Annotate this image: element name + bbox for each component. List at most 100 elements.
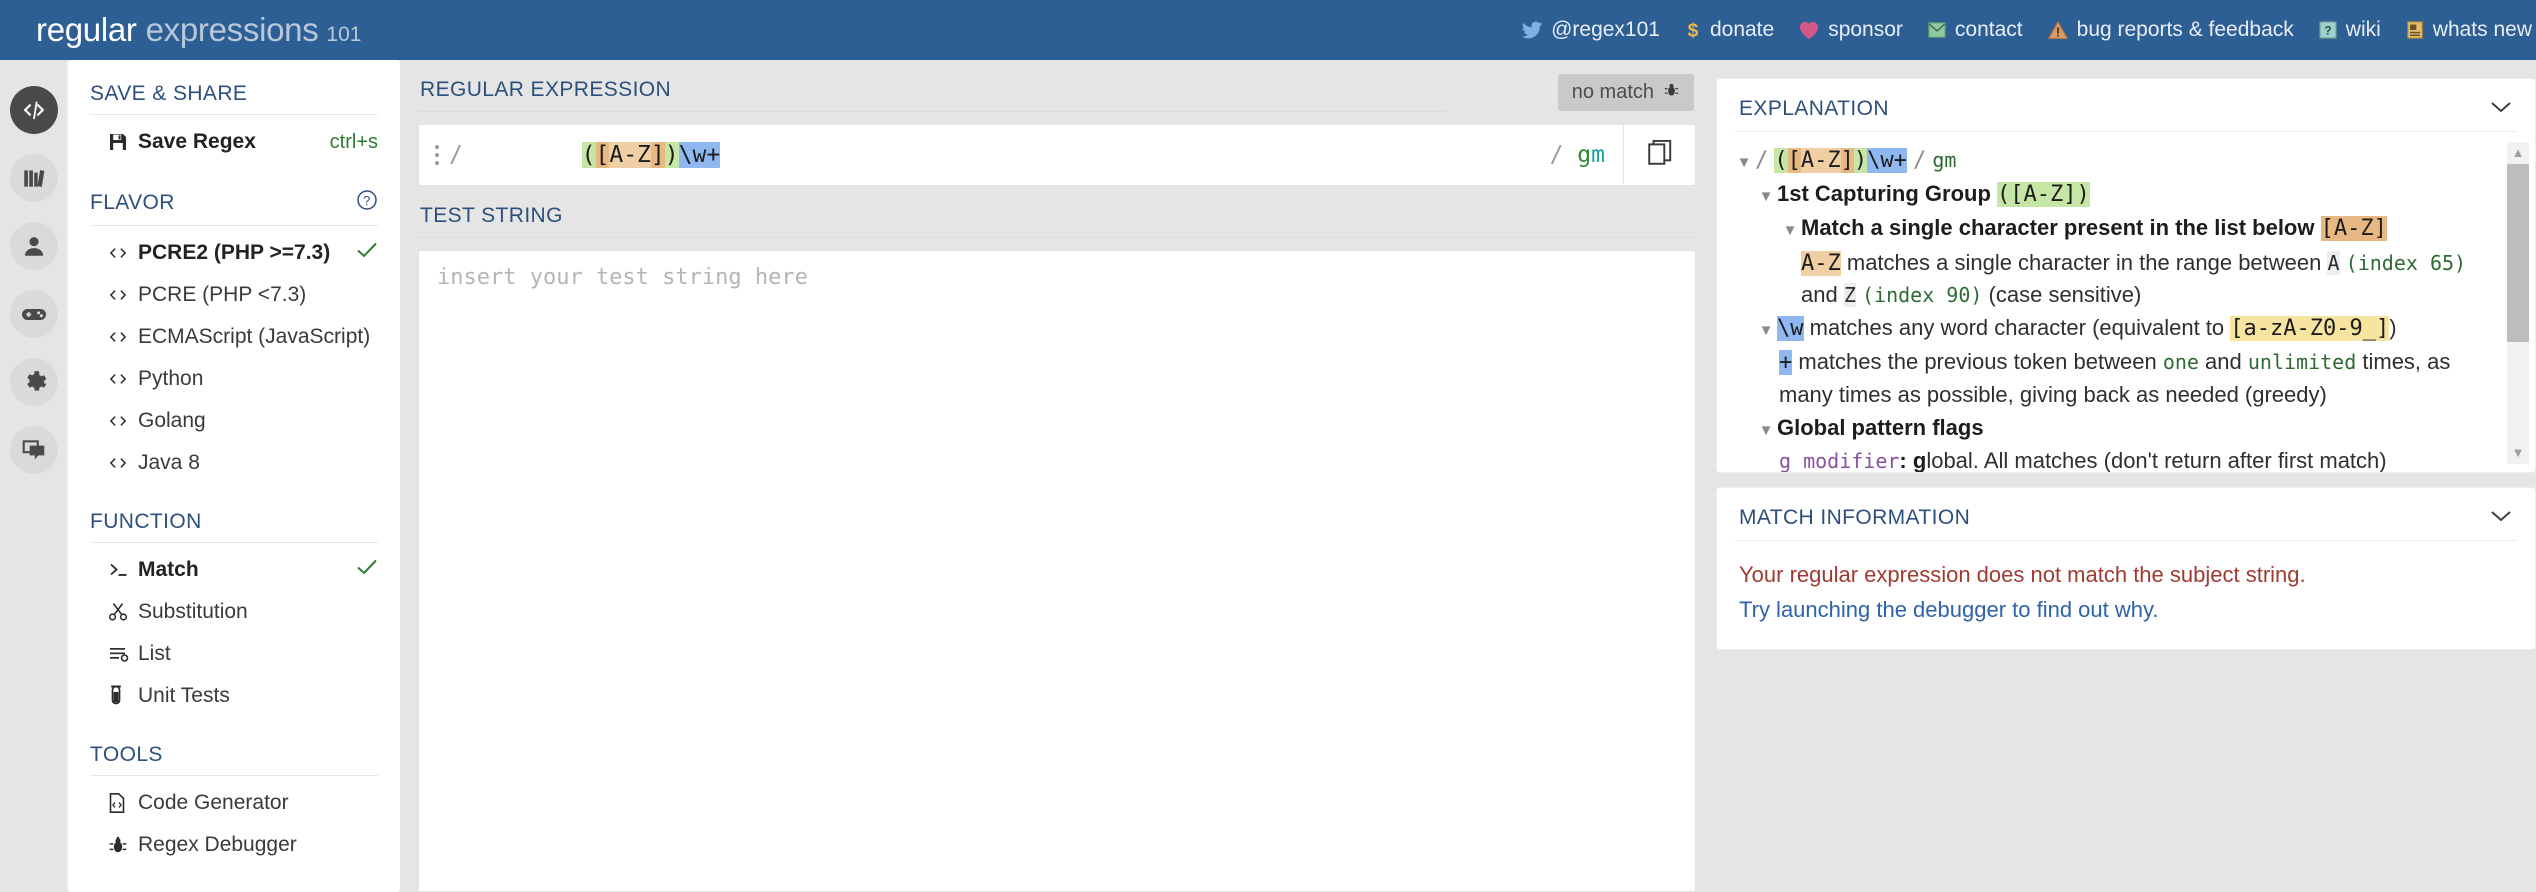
svg-text:?: ? [363,193,371,208]
scrollbar-thumb[interactable] [2507,164,2529,342]
rail-button-account[interactable] [10,222,58,270]
regex-header-row: REGULAR EXPRESSION no match [418,74,1696,111]
nav-item-contact[interactable]: contact [1927,18,2023,42]
caret-up-icon[interactable]: ▲ [2512,142,2525,164]
app-body: SAVE & SHARE Save Regex ctrl+s FLAVOR ? … [0,60,2536,892]
caret-down-icon[interactable]: ▼ [1779,212,1801,241]
sidebar-section-save-share: SAVE & SHARE [68,82,400,114]
sidebar-item-unit-tests[interactable]: Unit Tests [68,675,400,717]
nav-label-bug-reports: bug reports & feedback [2076,18,2294,41]
caret-down-icon[interactable]: ▼ [2512,442,2525,464]
explanation-body[interactable]: ▼ / ([A-Z])\w+ / gm ▼ 1st Capturing Grou… [1717,132,2535,472]
sidebar-item-flavor-pcre2[interactable]: PCRE2 (PHP >=7.3) [68,232,400,274]
scrollbar-track[interactable] [2507,164,2529,441]
sidebar-item-flavor-golang[interactable]: Golang [68,400,400,442]
code-icon [108,454,138,472]
match-information-title: MATCH INFORMATION [1739,506,1971,529]
pattern-tok-class-close: ] [1840,148,1854,173]
nav-label-twitter: @regex101 [1551,18,1660,41]
pattern-tok-group-close: ) [1853,148,1868,173]
sidebar-heading-tools: TOOLS [90,743,163,766]
chevron-down-icon[interactable] [2489,97,2513,121]
sidebar-label-flavor-java8: Java 8 [138,451,200,474]
rail-button-settings[interactable] [10,358,58,406]
news-icon [2405,20,2425,40]
sidebar-item-match[interactable]: Match [68,549,400,591]
explanation-word-text-pre: matches any word character (equivalent t… [1803,315,2231,341]
sidebar-item-flavor-java8[interactable]: Java 8 [68,442,400,484]
match-debugger-link[interactable]: Try launching the debugger to find out w… [1739,592,2513,627]
rail-button-library[interactable] [10,154,58,202]
site-logo[interactable]: regular expressions 101 [36,11,361,49]
nav-item-twitter[interactable]: @regex101 [1521,18,1660,42]
sidebar-item-substitution[interactable]: Substitution [68,591,400,633]
rail-button-feedback[interactable] [10,426,58,474]
explanation-row-flags-title: ▼ Global pattern flags [1733,412,2495,443]
regex-input-box[interactable]: / ([A-Z])\w+ / gm [418,124,1696,186]
explanation-range-z-index: (index 90) [1862,282,1983,307]
chevron-down-icon[interactable] [2489,506,2513,530]
nav-item-wiki[interactable]: ? wiki [2318,18,2381,42]
drag-handle-icon[interactable] [435,145,439,165]
caret-down-icon[interactable]: ▼ [1755,312,1777,341]
regex-token-class-close: ] [650,142,665,168]
sidebar-label-save-regex: Save Regex [138,130,256,153]
svg-text:$: $ [1688,20,1699,41]
nav-item-whats-new[interactable]: whats new [2405,18,2532,42]
explanation-range-z: Z [1843,282,1856,307]
explanation-flag-g-rest: lobal. All matches (don't return after f… [1926,448,2387,472]
test-string-placeholder: insert your test string here [437,265,808,290]
dollar-icon: $ [1684,19,1702,41]
code-icon [108,412,138,430]
status-badge[interactable]: no match [1557,74,1694,111]
explanation-title: EXPLANATION [1739,97,1889,120]
caret-down-icon[interactable]: ▼ [1755,178,1777,207]
code-icon [108,328,138,346]
sidebar-item-save-regex[interactable]: Save Regex ctrl+s [68,121,400,163]
top-bar: regular expressions 101 @regex101 $ dona… [0,0,2536,60]
sidebar-item-flavor-ecmascript[interactable]: ECMAScript (JavaScript) [68,316,400,358]
explanation-range-a: A [2327,250,2340,275]
sidebar-heading-flavor: FLAVOR [90,191,175,214]
divider [90,775,378,776]
caret-down-icon[interactable]: ▼ [1733,144,1755,173]
match-information-body: Your regular expression does not match t… [1717,541,2535,649]
copy-regex-button[interactable] [1623,125,1695,185]
explanation-word-text-post: ) [2389,315,2397,341]
warning-icon [2047,20,2069,40]
sidebar-item-flavor-python[interactable]: Python [68,358,400,400]
regex-token-word-plus: \w+ [678,142,721,168]
explanation-flag-g-bold: g [1912,448,1927,472]
regex-pattern[interactable]: ([A-Z])\w+ [471,116,721,194]
sidebar-item-flavor-pcre[interactable]: PCRE (PHP <7.3) [68,274,400,316]
explanation-flag-g-line: g modifier: global. All matches (don't r… [1779,445,2495,472]
nav-item-donate[interactable]: $ donate [1684,18,1775,42]
sidebar-item-code-generator[interactable]: Code Generator [68,782,400,824]
sidebar-item-regex-debugger[interactable]: Regex Debugger [68,824,400,866]
explanation-flags-title: Global pattern flags [1777,414,1984,440]
explanation-word-token: \w [1777,316,1804,342]
regex-flags[interactable]: / gm [1550,142,1605,168]
nav-item-sponsor[interactable]: sponsor [1798,18,1903,42]
explanation-row-pattern: ▼ / ([A-Z])\w+ / gm [1733,144,2495,176]
explanation-card: EXPLANATION ▼ / ([A-Z])\w+ / gm ▼ 1st Ca… [1716,78,2536,473]
match-information-header: MATCH INFORMATION [1717,488,2535,540]
explanation-range-and: and [1801,281,1844,307]
explanation-scrollbar[interactable]: ▲ ▼ [2507,142,2529,464]
match-information-card: MATCH INFORMATION Your regular expressio… [1716,487,2536,651]
rail-button-quiz[interactable] [10,290,58,338]
test-string-input[interactable]: insert your test string here [418,250,1696,892]
help-circle-icon[interactable]: ? [356,189,378,217]
twitter-icon [1521,19,1543,41]
code-icon [108,286,138,304]
explanation-word-line: \w matches any word character (equivalen… [1777,312,2495,344]
explanation-row-match-single: ▼ Match a single character present in th… [1733,212,2495,244]
pattern-tok-class-open: [ [1787,148,1801,173]
sidebar-item-list[interactable]: List [68,633,400,675]
rail-button-editor[interactable] [10,86,58,134]
divider [90,114,378,115]
sidebar-label-flavor-python: Python [138,367,204,390]
nav-item-bug-reports[interactable]: bug reports & feedback [2047,18,2294,42]
explanation-range-token: A-Z [1801,250,1841,276]
caret-down-icon[interactable]: ▼ [1755,412,1777,441]
